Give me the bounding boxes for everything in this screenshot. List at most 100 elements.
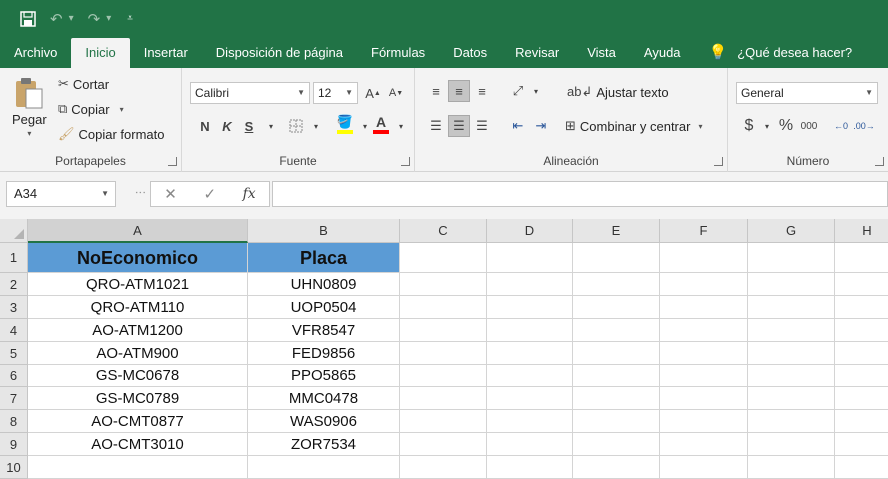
cell-b10[interactable] — [248, 456, 400, 479]
cell-e5[interactable] — [573, 342, 660, 365]
decrease-font-icon[interactable]: A ▼ — [385, 82, 407, 104]
thousands-button[interactable]: 000 — [798, 115, 820, 137]
tab-ayuda[interactable]: Ayuda — [630, 38, 695, 68]
underline-button[interactable]: S — [238, 115, 260, 137]
cell-d4[interactable] — [487, 319, 573, 342]
cell-d6[interactable] — [487, 365, 573, 387]
cell-g9[interactable] — [748, 433, 835, 456]
cell-d9[interactable] — [487, 433, 573, 456]
row-header-2[interactable]: 2 — [0, 273, 28, 296]
cell-a1[interactable]: NoEconomico — [28, 243, 248, 273]
column-header-h[interactable]: H — [835, 219, 888, 243]
undo-icon[interactable]: ↶ — [50, 12, 63, 27]
wrap-text-button[interactable]: ab↲ Ajustar texto — [567, 84, 669, 100]
cell-e6[interactable] — [573, 365, 660, 387]
cell-e4[interactable] — [573, 319, 660, 342]
formula-bar-resize-handle[interactable]: ⋮ — [134, 187, 147, 199]
bold-button[interactable]: N — [194, 115, 216, 137]
tab-formulas[interactable]: Fórmulas — [357, 38, 439, 68]
cell-f2[interactable] — [660, 273, 748, 296]
cell-f6[interactable] — [660, 365, 748, 387]
cell-e1[interactable] — [573, 243, 660, 273]
cell-d3[interactable] — [487, 296, 573, 319]
column-header-c[interactable]: C — [400, 219, 487, 243]
cell-g6[interactable] — [748, 365, 835, 387]
cell-c3[interactable] — [400, 296, 487, 319]
cell-h3[interactable] — [835, 296, 888, 319]
cell-d5[interactable] — [487, 342, 573, 365]
cell-e7[interactable] — [573, 387, 660, 410]
spreadsheet-grid[interactable]: A B C D E F G H 1 NoEconomico Placa 2 QRO-ATM1021 UHN… — [0, 219, 888, 479]
cell-f1[interactable] — [660, 243, 748, 273]
cell-e8[interactable] — [573, 410, 660, 433]
fill-color-icon[interactable]: 🪣 — [334, 113, 356, 135]
copy-button[interactable]: ⧉ Copiar ▾ — [58, 101, 124, 117]
column-header-d[interactable]: D — [487, 219, 573, 243]
tab-archivo[interactable]: Archivo — [0, 38, 71, 68]
tab-disposicion[interactable]: Disposición de página — [202, 38, 357, 68]
cell-f5[interactable] — [660, 342, 748, 365]
cell-b7[interactable]: MMC0478 — [248, 387, 400, 410]
cell-c2[interactable] — [400, 273, 487, 296]
column-header-e[interactable]: E — [573, 219, 660, 243]
cell-d10[interactable] — [487, 456, 573, 479]
cell-f8[interactable] — [660, 410, 748, 433]
name-box[interactable]: A34 ▼ — [6, 181, 116, 207]
cell-e10[interactable] — [573, 456, 660, 479]
customize-icon[interactable]: ⩡ — [127, 14, 133, 24]
cell-g3[interactable] — [748, 296, 835, 319]
cell-c6[interactable] — [400, 365, 487, 387]
align-middle-icon[interactable]: ≡ — [448, 80, 470, 102]
cell-b8[interactable]: WAS0906 — [248, 410, 400, 433]
cell-g10[interactable] — [748, 456, 835, 479]
cell-a3[interactable]: QRO-ATM110 — [28, 296, 248, 319]
cell-c1[interactable] — [400, 243, 487, 273]
cell-g7[interactable] — [748, 387, 835, 410]
row-header-6[interactable]: 6 — [0, 365, 28, 387]
row-header-8[interactable]: 8 — [0, 410, 28, 433]
formula-input[interactable] — [272, 181, 888, 207]
clipboard-launcher-icon[interactable] — [168, 157, 177, 166]
row-header-4[interactable]: 4 — [0, 319, 28, 342]
cell-g5[interactable] — [748, 342, 835, 365]
tell-me-box[interactable]: 💡 ¿Qué desea hacer? — [695, 38, 867, 68]
cell-h10[interactable] — [835, 456, 888, 479]
cell-e9[interactable] — [573, 433, 660, 456]
paste-button[interactable]: Pegar ▾ — [12, 76, 47, 138]
orientation-dropdown-icon[interactable]: ▾ — [525, 80, 547, 102]
redo-icon[interactable]: ↷ — [88, 12, 101, 27]
cell-b6[interactable]: PPO5865 — [248, 365, 400, 387]
font-launcher-icon[interactable] — [401, 157, 410, 166]
align-right-icon[interactable]: ☰ — [471, 115, 493, 137]
redo-dropdown-icon[interactable]: ▾ — [106, 14, 111, 24]
borders-icon[interactable] — [285, 115, 307, 137]
row-header-1[interactable]: 1 — [0, 243, 28, 273]
cell-f7[interactable] — [660, 387, 748, 410]
select-all-button[interactable] — [0, 219, 28, 243]
cell-h2[interactable] — [835, 273, 888, 296]
alignment-launcher-icon[interactable] — [714, 157, 723, 166]
cell-h6[interactable] — [835, 365, 888, 387]
cell-d8[interactable] — [487, 410, 573, 433]
column-header-b[interactable]: B — [248, 219, 400, 243]
cell-f4[interactable] — [660, 319, 748, 342]
cell-h8[interactable] — [835, 410, 888, 433]
cell-g4[interactable] — [748, 319, 835, 342]
tab-insertar[interactable]: Insertar — [130, 38, 202, 68]
row-header-7[interactable]: 7 — [0, 387, 28, 410]
align-left-icon[interactable]: ☰ — [425, 115, 447, 137]
cell-g2[interactable] — [748, 273, 835, 296]
cut-button[interactable]: ✂ Cortar — [58, 76, 109, 92]
row-header-9[interactable]: 9 — [0, 433, 28, 456]
cell-g1[interactable] — [748, 243, 835, 273]
cell-c7[interactable] — [400, 387, 487, 410]
cell-b2[interactable]: UHN0809 — [248, 273, 400, 296]
column-header-a[interactable]: A — [28, 219, 248, 243]
cell-d1[interactable] — [487, 243, 573, 273]
format-painter-button[interactable]: 🖌 Copiar formato — [58, 126, 165, 142]
underline-dropdown-icon[interactable]: ▾ — [260, 115, 282, 137]
cell-c9[interactable] — [400, 433, 487, 456]
font-size-select[interactable]: 12 ▼ — [313, 82, 358, 104]
increase-indent-icon[interactable]: ⇥ — [530, 115, 552, 137]
row-header-5[interactable]: 5 — [0, 342, 28, 365]
